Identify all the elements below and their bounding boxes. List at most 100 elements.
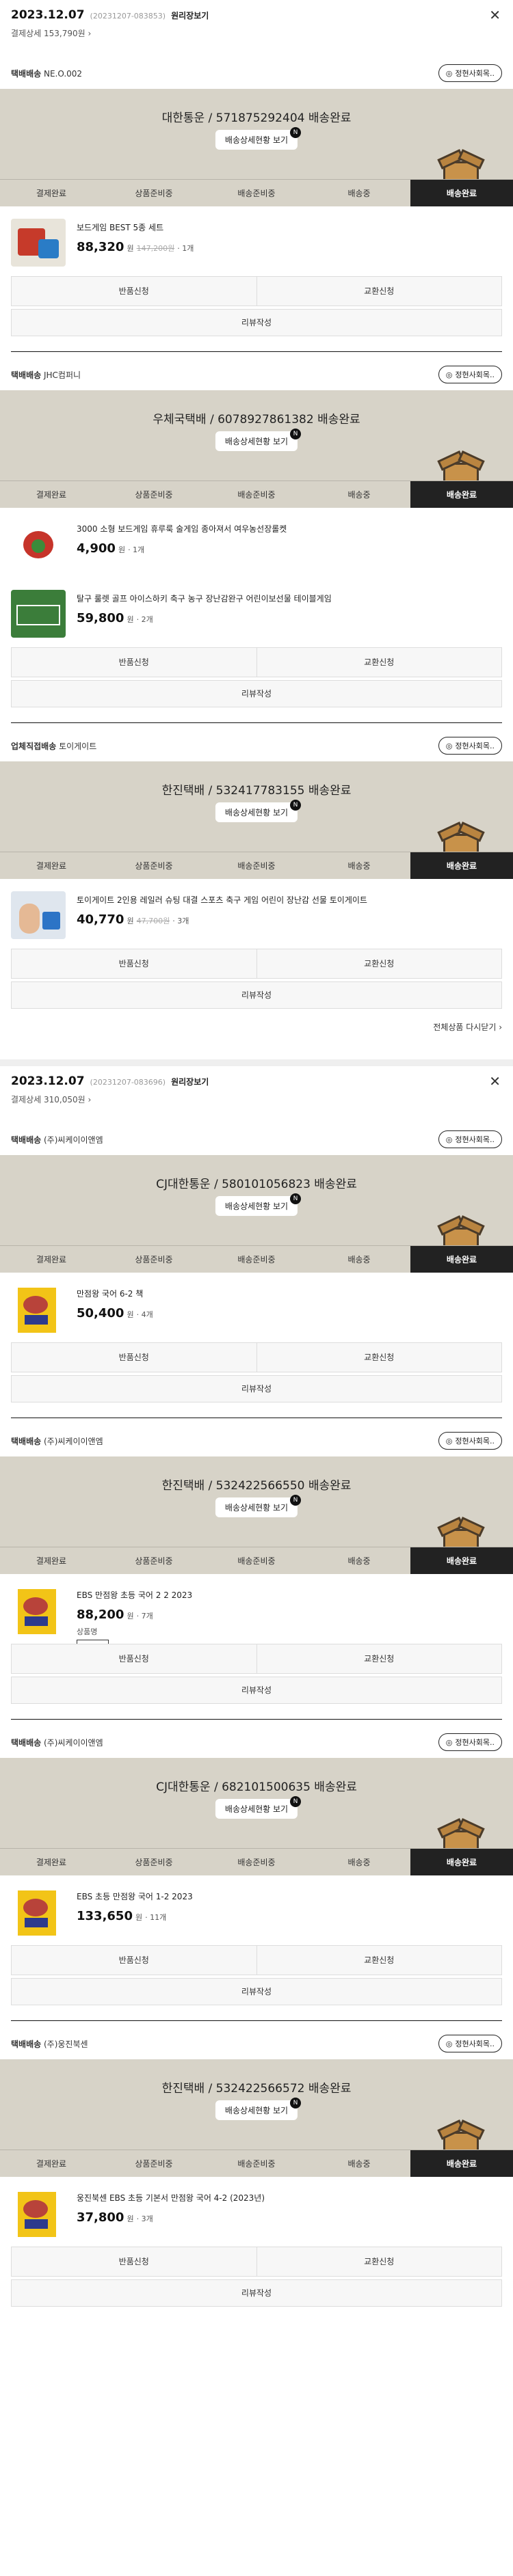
track-detail-button[interactable]: 배송상세현황 보기 [215, 1497, 298, 1517]
return-button[interactable]: 반품신청 [11, 276, 257, 306]
delivery-step: 배송준비중 [237, 861, 276, 871]
product-item[interactable]: 탈구 룰렛 골프 아이스하키 축구 농구 장난감완구 어린이보선물 테이블게임 5… [0, 578, 513, 647]
write-review-button[interactable]: 리뷰작성 [11, 680, 502, 707]
track-detail-button[interactable]: 배송상세현황 보기 [215, 1799, 298, 1819]
currency-unit: 원 [135, 1913, 143, 1922]
product-thumbnail[interactable] [11, 1285, 66, 1333]
original-price: 47,700원 [136, 917, 170, 925]
track-detail-button[interactable]: 배송상세현황 보기 [215, 2100, 298, 2120]
track-detail-button[interactable]: 배송상세현황 보기 [215, 1196, 298, 1216]
product-item[interactable]: 웅진북센 EBS 초등 기본서 만점왕 국어 4-2 (2023년) 37,800… [0, 2177, 513, 2247]
delivery-step: 상품준비중 [135, 189, 173, 198]
product-name[interactable]: EBS 초등 만점왕 국어 1-2 2023 [77, 1890, 193, 1902]
delivery-step: 결제완료 [36, 490, 67, 500]
product-item[interactable]: EBS 초등 만점왕 국어 1-2 2023 133,650 원 · 11개 [0, 1875, 513, 1945]
currency-unit: 원 [127, 1310, 134, 1319]
product-item[interactable]: 3000 소형 보드게임 휴루룩 술게임 종아져서 여우농선장롤켓 4,900 원 ·… [0, 508, 513, 578]
write-review-button[interactable]: 리뷰작성 [11, 309, 502, 336]
contact-seller-button[interactable]: ◎ 정현사회목.. [438, 1130, 502, 1148]
write-review-button[interactable]: 리뷰작성 [11, 1375, 502, 1402]
delivery-steps: 결제완료 상품준비중 배송준비중 배송중 배송완료 [0, 2150, 513, 2177]
exchange-button[interactable]: 교환신청 [256, 276, 502, 306]
delivery-step: 결제완료 [36, 1858, 67, 1867]
contact-seller-button[interactable]: ◎ 정현사회목.. [438, 1432, 502, 1450]
payment-detail-link[interactable]: 결제상세 310,050원 › [11, 1094, 502, 1105]
product-item[interactable]: 만점왕 국어 6-2 책 50,400 원 · 4개 [0, 1273, 513, 1342]
delivery-step: 상품준비중 [135, 2159, 173, 2169]
product-thumbnail[interactable] [11, 2189, 66, 2237]
product-name[interactable]: 만점왕 국어 6-2 책 [77, 1288, 153, 1299]
delivery-step: 결제완료 [36, 1556, 67, 1566]
order-detail-link[interactable]: 원리장보기 [171, 10, 209, 21]
product-thumbnail[interactable] [11, 520, 66, 568]
collapse-all-link[interactable]: 전체상품 다시닫기 › [0, 1009, 513, 1043]
exchange-button[interactable]: 교환신청 [256, 647, 502, 677]
close-icon[interactable]: ✕ [489, 1073, 501, 1089]
close-icon[interactable]: ✕ [489, 7, 501, 23]
track-detail-button[interactable]: 배송상세현황 보기 [215, 130, 298, 150]
product-info: 보드게임 BEST 5종 세트 88,320 원 147,200원 · 1개 [77, 219, 194, 264]
product-item[interactable]: 토이게이트 2인용 레일러 슈팅 대결 스포츠 축구 게임 어린이 장난감 선물… [0, 879, 513, 949]
exchange-button[interactable]: 교환신청 [256, 2247, 502, 2277]
exchange-button[interactable]: 교환신청 [256, 1342, 502, 1372]
product-quantity: · 1개 [177, 244, 194, 253]
product-name[interactable]: 웅진북센 EBS 초등 기본서 만점왕 국어 4-2 (2023년) [77, 2192, 265, 2204]
carrier-tracking-text: 대한통운 / 571875292404 배송완료 [161, 111, 352, 125]
product-quantity: · 11개 [145, 1913, 167, 1922]
delivery-step: 배송중 [347, 1556, 371, 1566]
return-exchange-buttons: 반품신청 교환신청 [0, 1644, 513, 1674]
product-name[interactable]: 보드게임 BEST 5종 세트 [77, 221, 194, 233]
delivery-step: 배송준비중 [237, 2159, 276, 2169]
product-thumbnail[interactable] [11, 891, 66, 939]
exchange-button[interactable]: 교환신청 [256, 1644, 502, 1674]
return-button[interactable]: 반품신청 [11, 1342, 257, 1372]
product-item[interactable]: 보드게임 BEST 5종 세트 88,320 원 147,200원 · 1개 [0, 206, 513, 276]
pin-icon: ◎ [445, 1135, 453, 1144]
write-review-button[interactable]: 리뷰작성 [11, 1677, 502, 1704]
product-name[interactable]: 탈구 룰렛 골프 아이스하키 축구 농구 장난감완구 어린이보선물 테이블게임 [77, 593, 332, 604]
seller-name: 택배배송 JHC컴퍼니 [11, 370, 81, 380]
contact-seller-button[interactable]: ◎ 정현사회목.. [438, 64, 502, 82]
carrier-tracking-text: CJ대한통운 / 580101056823 배송완료 [156, 1178, 357, 1191]
product-name[interactable]: 3000 소형 보드게임 휴루룩 술게임 종아져서 여우농선장롤켓 [77, 523, 287, 534]
order-list-page: 2023.12.07 (20231207-083853) 원리장보기 결제상세 153… [0, 0, 513, 2307]
return-button[interactable]: 반품신청 [11, 949, 257, 979]
exchange-button[interactable]: 교환신청 [256, 949, 502, 979]
product-thumbnail[interactable] [11, 219, 66, 267]
return-button[interactable]: 반품신청 [11, 2247, 257, 2277]
order-detail-link[interactable]: 원리장보기 [171, 1076, 209, 1087]
new-badge: N [290, 429, 301, 439]
seller-row: 택배배송 (주)웅진북센 ◎ 정현사회목.. [0, 2028, 513, 2059]
payment-detail-link[interactable]: 결제상세 153,790원 › [11, 27, 502, 39]
section-divider [11, 722, 502, 723]
product-thumbnail[interactable] [11, 1586, 66, 1634]
seller-type: 업체직접배송 [11, 741, 57, 751]
contact-seller-button[interactable]: ◎ 정현사회목.. [438, 1733, 502, 1751]
product-item[interactable]: EBS 만점왕 초등 국어 2 2 202388,200원· 7개상품명구매확정 [0, 1574, 513, 1654]
contact-seller-button[interactable]: ◎ 정현사회목.. [438, 366, 502, 383]
product-thumbnail[interactable] [11, 1888, 66, 1936]
exchange-button[interactable]: 교환신청 [256, 1945, 502, 1975]
thumbnail-shape [31, 539, 45, 553]
seller-row: 택배배송 JHC컴퍼니 ◎ 정현사회목.. [0, 359, 513, 390]
write-review-button[interactable]: 리뷰작성 [11, 981, 502, 1009]
product-thumbnail[interactable] [11, 590, 66, 638]
return-button[interactable]: 반품신청 [11, 647, 257, 677]
delivery-step: 배송중 [347, 2159, 371, 2169]
track-detail-button[interactable]: 배송상세현황 보기 [215, 802, 298, 822]
delivery-step: 배송중 [347, 861, 371, 871]
product-name[interactable]: EBS 만점왕 초등 국어 2 2 2023 [77, 1589, 192, 1601]
contact-label: 정현사회목.. [455, 1738, 495, 1747]
return-button[interactable]: 반품신청 [11, 1945, 257, 1975]
return-button[interactable]: 반품신청 [11, 1644, 257, 1674]
contact-seller-button[interactable]: ◎ 정현사회목.. [438, 737, 502, 755]
thumbnail-shape [25, 1918, 48, 1927]
contact-seller-button[interactable]: ◎ 정현사회목.. [438, 2035, 502, 2052]
product-name[interactable]: 토이게이트 2인용 레일러 슈팅 대결 스포츠 축구 게임 어린이 장난감 선물… [77, 894, 367, 906]
new-badge: N [290, 2098, 301, 2109]
write-review-button[interactable]: 리뷰작성 [11, 2279, 502, 2307]
delivery-step: 배송준비중 [237, 1556, 276, 1566]
order-date-line: 2023.12.07 (20231207-083696) 원리장보기 [11, 1074, 502, 1088]
write-review-button[interactable]: 리뷰작성 [11, 1978, 502, 2005]
track-detail-button[interactable]: 배송상세현황 보기 [215, 431, 298, 451]
